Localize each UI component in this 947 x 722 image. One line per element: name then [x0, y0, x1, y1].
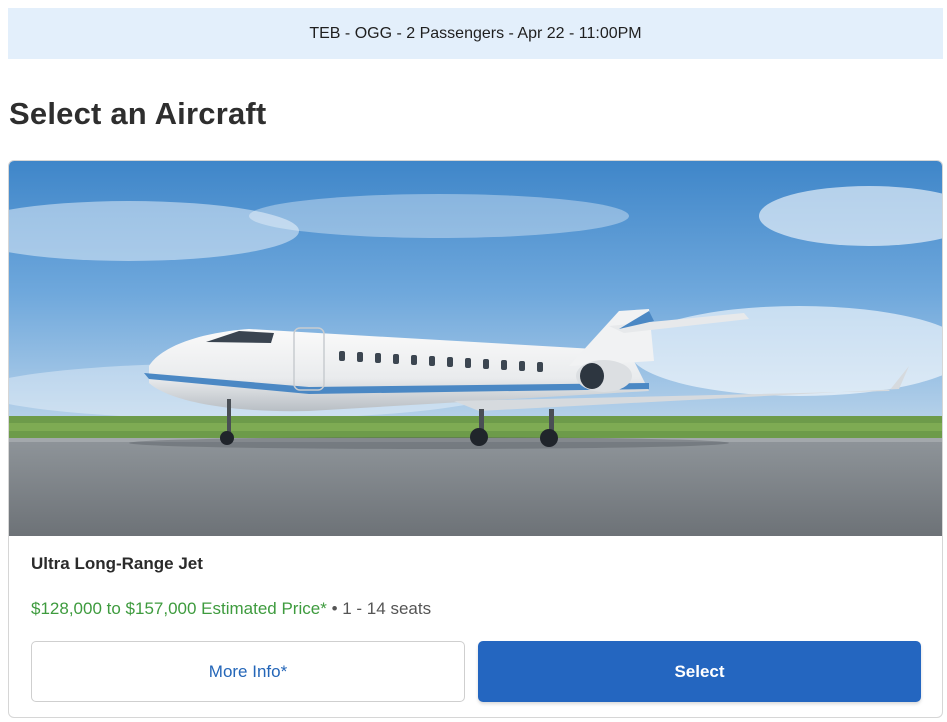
bullet-separator: • [331, 599, 338, 618]
price-seats-line: $128,000 to $157,000 Estimated Price* • … [31, 599, 431, 619]
trip-summary-text: TEB - OGG - 2 Passengers - Apr 22 - 11:0… [309, 24, 642, 42]
estimated-price: $128,000 to $157,000 Estimated Price* [31, 599, 327, 618]
page-title: Select an Aircraft [9, 96, 267, 131]
more-info-label: More Info* [208, 661, 288, 681]
seat-range: 1 - 14 seats [342, 599, 432, 618]
aircraft-name: Ultra Long-Range Jet [31, 554, 203, 573]
aircraft-details: Ultra Long-Range Jet $128,000 to $157,00… [9, 536, 942, 717]
more-info-button[interactable]: More Info* [31, 641, 465, 702]
select-label: Select [674, 661, 725, 681]
select-button[interactable]: Select [478, 641, 921, 702]
aircraft-card: Ultra Long-Range Jet $128,000 to $157,00… [8, 160, 943, 718]
aircraft-photo [9, 161, 942, 536]
trip-summary-banner: TEB - OGG - 2 Passengers - Apr 22 - 11:0… [8, 8, 943, 59]
